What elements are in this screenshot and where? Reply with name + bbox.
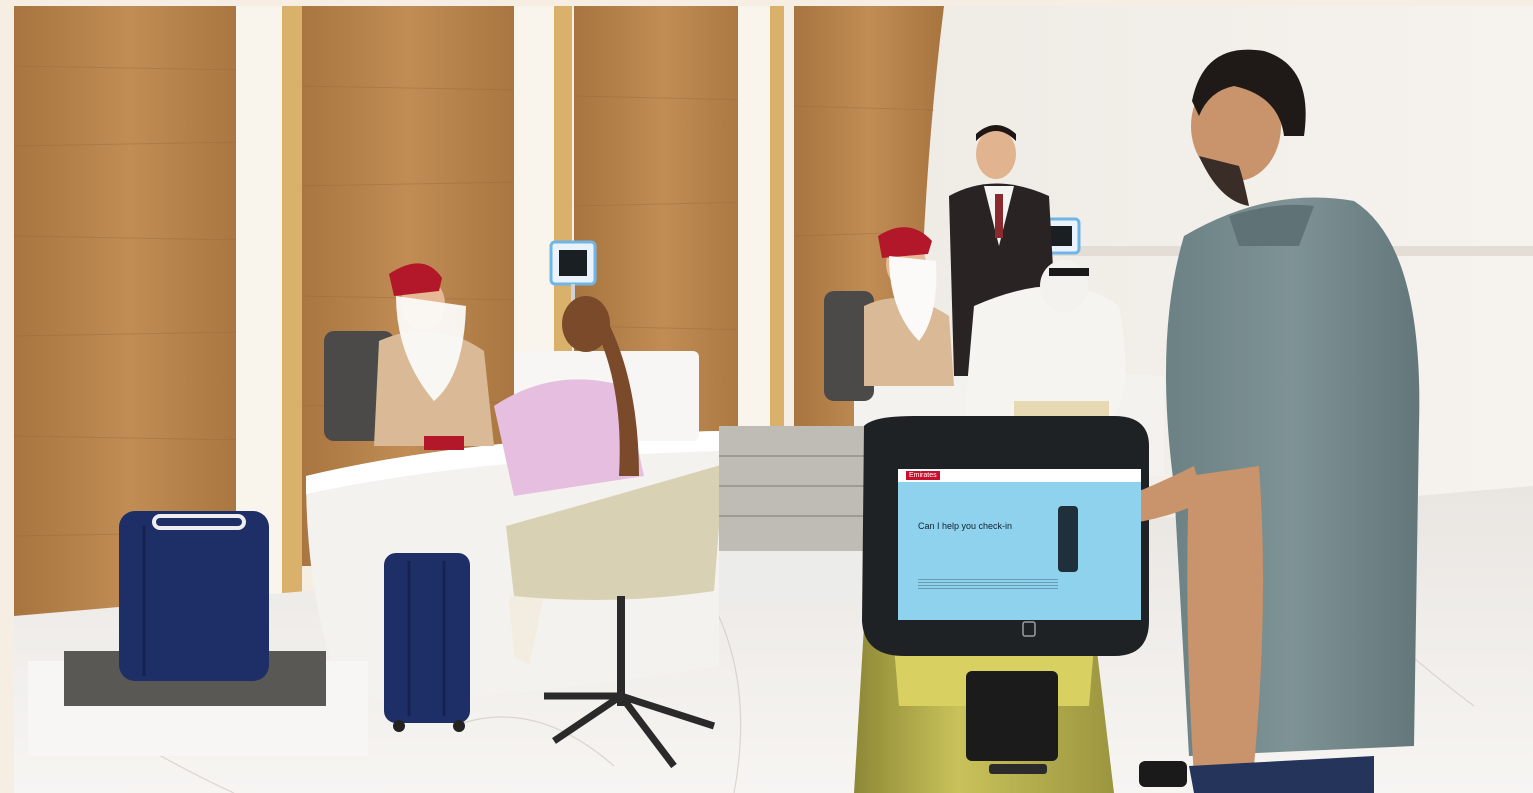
kiosk-screen[interactable]: Emirates Can I help you check-in (898, 469, 1141, 620)
watch-icon (1139, 761, 1187, 787)
photo-scene: Emirates Can I help you check-in (14, 6, 1533, 793)
passport-card-icon (1058, 506, 1078, 572)
emirates-logo: Emirates (906, 471, 940, 480)
kiosk-fine-print (918, 579, 1058, 591)
kiosk-prompt: Can I help you check-in (918, 521, 1013, 531)
scene-illustration (14, 6, 1533, 793)
kiosk-brand-bar: Emirates (898, 469, 1141, 482)
